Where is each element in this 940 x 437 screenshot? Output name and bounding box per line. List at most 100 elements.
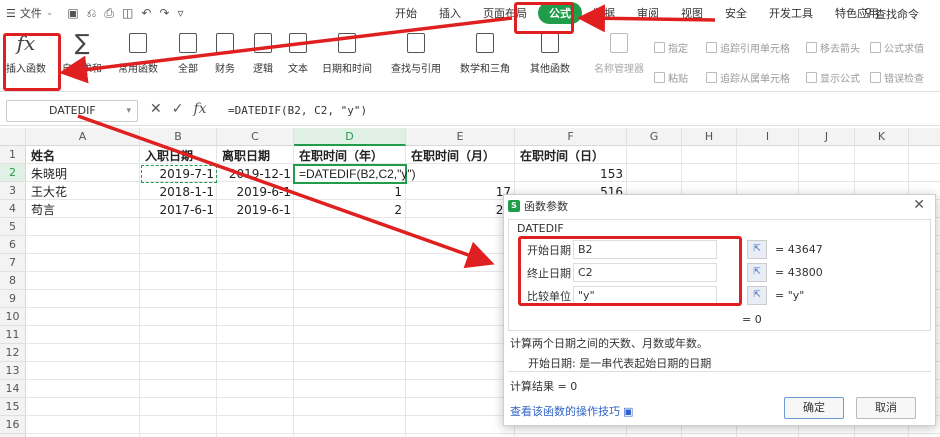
logic-button[interactable]: 逻辑	[250, 30, 276, 75]
calculation-result: 计算结果 = 0	[510, 380, 578, 393]
row-header[interactable]: 8	[0, 272, 26, 290]
row-header[interactable]: 16	[0, 416, 26, 434]
save-icon[interactable]: ▣	[67, 6, 78, 21]
remove-arrows-button[interactable]: 移去箭头	[806, 40, 860, 55]
cell-d3[interactable]: 1	[294, 183, 405, 201]
paste-button[interactable]: 粘贴	[654, 70, 688, 85]
row-header[interactable]: 2	[0, 164, 26, 182]
search-command[interactable]: ⚲ 查找命令	[864, 6, 919, 22]
cell-a3[interactable]: 王大花	[28, 183, 70, 201]
tab-start[interactable]: 开始	[384, 5, 428, 21]
print-icon[interactable]: ⎙	[104, 6, 114, 21]
all-functions-button[interactable]: 全部	[175, 30, 201, 75]
column-header-e[interactable]: E	[406, 128, 515, 146]
common-functions-button[interactable]: 常用函数	[118, 30, 158, 75]
fx-icon[interactable]: fx	[193, 101, 206, 117]
cancel-icon[interactable]: ✕	[150, 101, 162, 117]
error-check-button[interactable]: 错误检查	[870, 70, 924, 85]
help-link[interactable]: 查看该函数的操作技巧 ▣	[510, 403, 633, 419]
tab-review[interactable]: 审阅	[626, 5, 670, 21]
name-box[interactable]: DATEDIF ▾	[6, 100, 138, 122]
tab-insert[interactable]: 插入	[428, 5, 472, 21]
show-formulas-button[interactable]: 显示公式	[806, 70, 860, 85]
finance-button[interactable]: 财务	[212, 30, 238, 75]
formula-eval-button[interactable]: 公式求值	[870, 40, 924, 55]
row-header[interactable]: 3	[0, 182, 26, 200]
autosum-button[interactable]: ∑ 自动求和	[62, 30, 102, 76]
other-functions-button[interactable]: 其他函数	[530, 30, 570, 75]
row-header[interactable]: 15	[0, 398, 26, 416]
more-icon[interactable]: ▿	[177, 6, 183, 21]
datetime-button[interactable]: 日期和时间	[322, 30, 372, 75]
column-header-i[interactable]: I	[737, 128, 799, 146]
cell-c4[interactable]: 2019-6-1	[218, 201, 294, 219]
cell-c3[interactable]: 2019-6-1	[218, 183, 294, 201]
ok-button[interactable]: 确定	[784, 397, 844, 419]
cell-e1[interactable]: 在职时间（月）	[408, 147, 498, 165]
tab-developer[interactable]: 开发工具	[758, 5, 824, 21]
cell-a1[interactable]: 姓名	[28, 147, 58, 165]
preview-icon[interactable]: ◫	[122, 6, 133, 21]
row-header[interactable]: 12	[0, 344, 26, 362]
range-picker-icon[interactable]: ⇱	[747, 240, 767, 259]
column-header-c[interactable]: C	[217, 128, 294, 146]
column-header-f[interactable]: F	[515, 128, 627, 146]
tab-view[interactable]: 视图	[670, 5, 714, 21]
range-picker-icon[interactable]: ⇱	[747, 286, 767, 305]
lookup-button[interactable]: 查找与引用	[391, 30, 441, 75]
range-picker-icon[interactable]: ⇱	[747, 263, 767, 282]
cell-d1[interactable]: 在职时间（年）	[296, 147, 386, 165]
show-formulas-label: 显示公式	[820, 74, 860, 85]
trace-dependents-button[interactable]: 追踪从属单元格	[706, 70, 790, 85]
row-header[interactable]: 4	[0, 200, 26, 218]
chevron-down-icon[interactable]: ▾	[126, 101, 131, 121]
cell-e4[interactable]: 24	[406, 201, 514, 219]
text-button[interactable]: 文本	[285, 30, 311, 75]
name-manager-button[interactable]: 名称管理器	[594, 30, 644, 75]
file-menu[interactable]: ☰ 文件 ⌄ ▣ ⎌ ⎙ ◫ ↶ ↷ ▿	[0, 5, 183, 21]
row-header[interactable]: 6	[0, 236, 26, 254]
row-header[interactable]: 5	[0, 218, 26, 236]
column-header-h[interactable]: H	[682, 128, 737, 146]
cell-b2[interactable]: 2019-7-1	[141, 165, 217, 183]
cell-b3[interactable]: 2018-1-1	[141, 183, 217, 201]
column-header-j[interactable]: J	[799, 128, 855, 146]
cancel-button[interactable]: 取消	[856, 397, 916, 419]
undo-icon[interactable]: ↶	[141, 6, 151, 21]
column-header-d[interactable]: D	[294, 128, 406, 146]
column-header-k[interactable]: K	[855, 128, 909, 146]
cell-e3[interactable]: 17	[406, 183, 514, 201]
tab-security[interactable]: 安全	[714, 5, 758, 21]
cell-b1[interactable]: 入职日期	[142, 147, 196, 165]
cell-c1[interactable]: 离职日期	[219, 147, 273, 165]
row-header[interactable]: 14	[0, 380, 26, 398]
tab-data[interactable]: 数据	[582, 5, 626, 21]
row-header[interactable]: 10	[0, 308, 26, 326]
dialog-titlebar[interactable]: S 函数参数	[504, 195, 935, 217]
trace-precedents-button[interactable]: 追踪引用单元格	[706, 40, 790, 55]
cell-d4[interactable]: 2	[294, 201, 405, 219]
row-header[interactable]: 13	[0, 362, 26, 380]
specify-button[interactable]: 指定	[654, 40, 688, 55]
redo-icon[interactable]: ↷	[159, 6, 169, 21]
select-all-corner[interactable]	[0, 128, 26, 146]
undo-history-icon[interactable]: ⎌	[87, 6, 97, 21]
cell-f2[interactable]: 153	[515, 165, 626, 183]
column-header-g[interactable]: G	[627, 128, 682, 146]
math-button[interactable]: 数学和三角	[460, 30, 510, 75]
row-header[interactable]: 1	[0, 146, 26, 164]
cell-d2-editing[interactable]: =DATEDIF(B2,C2,"y")	[296, 165, 419, 183]
row-header[interactable]: 7	[0, 254, 26, 272]
close-icon[interactable]: ✕	[913, 197, 925, 213]
cell-b4[interactable]: 2017-6-1	[141, 201, 217, 219]
row-header[interactable]: 11	[0, 326, 26, 344]
cell-f1[interactable]: 在职时间（日）	[517, 147, 607, 165]
check-icon[interactable]: ✓	[172, 101, 184, 117]
row-header[interactable]: 9	[0, 290, 26, 308]
cell-a4[interactable]: 苟言	[28, 201, 58, 219]
cell-c2[interactable]: 2019-12-1	[218, 165, 294, 183]
formula-input[interactable]: =DATEDIF(B2, C2, "y")	[228, 104, 367, 117]
cell-a2[interactable]: 朱晓明	[28, 165, 70, 183]
column-header-a[interactable]: A	[26, 128, 140, 146]
column-header-b[interactable]: B	[140, 128, 217, 146]
